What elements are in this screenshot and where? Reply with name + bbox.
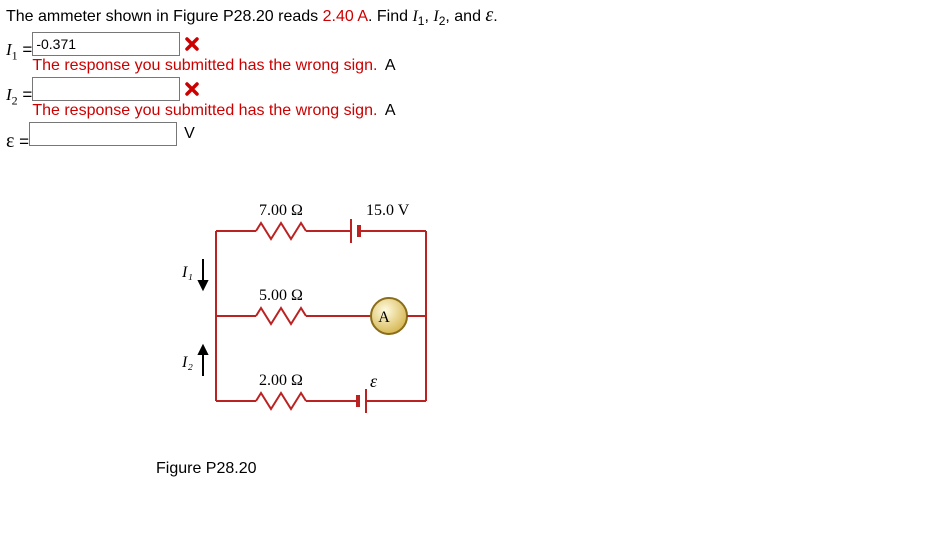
- q-reading: 2.40 A: [323, 8, 368, 25]
- q-period: .: [493, 8, 497, 25]
- fig-v1: 15.0 V: [366, 202, 410, 219]
- row-i2: I2 = The response you submitted has the …: [6, 77, 935, 120]
- unit-i1: A: [385, 57, 396, 74]
- feedback-i2: The response you submitted has the wrong…: [32, 102, 395, 120]
- wrong-icon: [184, 36, 200, 52]
- fig-emf: ε: [370, 371, 378, 391]
- row-i1: I1 = The response you submitted has the …: [6, 32, 935, 75]
- circuit-diagram: 7.00 Ω 15.0 V 5.00 Ω A 2.00 Ω ε I₁ I₂: [156, 181, 456, 441]
- fig-i2: I₂: [181, 354, 193, 371]
- unit-emf: V: [184, 125, 195, 143]
- fig-r3: 2.00 Ω: [259, 372, 303, 389]
- fig-r2: 5.00 Ω: [259, 287, 303, 304]
- i1-eq: =: [18, 40, 33, 59]
- feedback-i1-text: The response you submitted has the wrong…: [32, 57, 377, 74]
- q-post1: . Find: [368, 8, 412, 25]
- row-emf: ε = V: [6, 122, 935, 153]
- fig-ammeter: A: [378, 309, 390, 326]
- figure: 7.00 Ω 15.0 V 5.00 Ω A 2.00 Ω ε I₁ I₂ Fi…: [156, 181, 496, 478]
- question-text: The ammeter shown in Figure P28.20 reads…: [6, 4, 935, 28]
- input-i2[interactable]: [32, 77, 180, 101]
- fig-i1: I₁: [181, 264, 193, 281]
- q-pre: The ammeter shown in Figure P28.20 reads: [6, 8, 323, 25]
- label-emf: ε =: [6, 122, 29, 153]
- figure-caption: Figure P28.20: [156, 460, 496, 478]
- feedback-i1: The response you submitted has the wrong…: [32, 57, 395, 75]
- q-sep2: , and: [445, 8, 485, 25]
- fig-r1: 7.00 Ω: [259, 202, 303, 219]
- input-emf[interactable]: [29, 122, 177, 146]
- unit-i2: A: [385, 102, 396, 119]
- label-i2: I2 =: [6, 77, 32, 108]
- wrong-icon: [184, 81, 200, 97]
- label-i1: I1 =: [6, 32, 32, 63]
- input-i1[interactable]: [32, 32, 180, 56]
- feedback-i2-text: The response you submitted has the wrong…: [32, 102, 377, 119]
- emf-eq: =: [14, 132, 29, 151]
- i2-eq: =: [18, 85, 33, 104]
